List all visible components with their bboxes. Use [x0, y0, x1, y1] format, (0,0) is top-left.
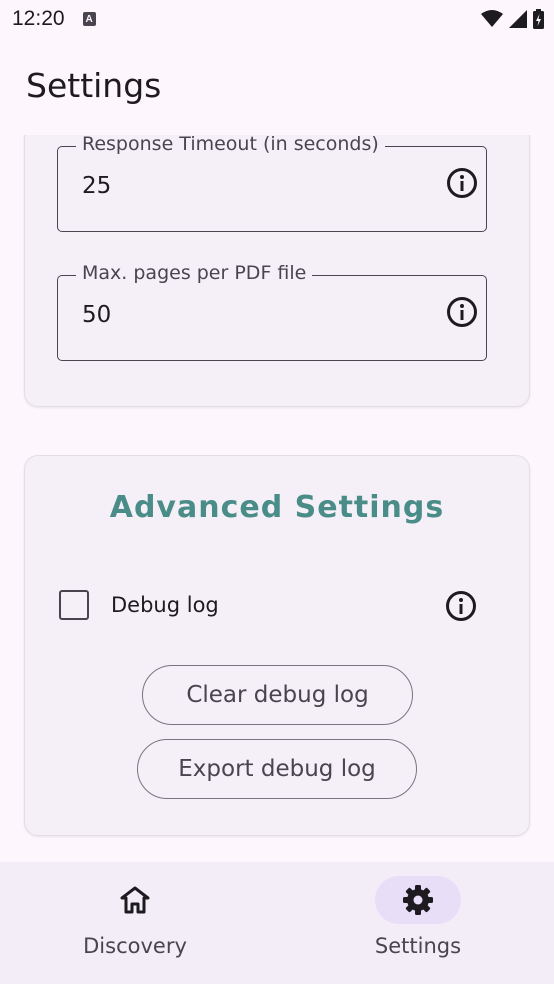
status-time: 12:20 — [12, 7, 65, 30]
max-pages-label: Max. pages per PDF file — [76, 262, 313, 284]
debug-log-label: Debug log — [111, 593, 219, 617]
nav-label-settings: Settings — [374, 934, 462, 958]
max-pages-field[interactable]: Max. pages per PDF file 50 — [57, 262, 487, 361]
notification-icon: A — [82, 12, 96, 26]
general-settings-card: Response Timeout (in seconds) 25 Max. pa… — [24, 135, 530, 407]
wifi-icon — [481, 10, 503, 27]
debug-log-checkbox[interactable] — [59, 590, 89, 620]
max-pages-value[interactable]: 50 — [82, 302, 111, 328]
battery-icon — [533, 9, 544, 29]
info-icon[interactable] — [446, 296, 478, 328]
response-timeout-field[interactable]: Response Timeout (in seconds) 25 — [57, 135, 487, 232]
nav-item-settings[interactable]: Settings — [338, 876, 498, 976]
nav-item-discovery[interactable]: Discovery — [55, 876, 215, 976]
gear-icon — [403, 885, 433, 915]
signal-icon — [509, 10, 527, 28]
advanced-settings-card: Advanced Settings Debug log Clear debug … — [24, 455, 530, 836]
advanced-settings-title: Advanced Settings — [109, 490, 445, 525]
bottom-navigation: Discovery Settings — [0, 862, 554, 984]
info-icon[interactable] — [446, 167, 478, 199]
home-icon — [120, 886, 150, 914]
status-left: 12:20 A — [12, 7, 96, 31]
status-icons — [481, 9, 544, 29]
export-debug-log-button[interactable]: Export debug log — [137, 739, 417, 799]
status-bar: 12:20 A — [0, 0, 554, 38]
clear-debug-log-button[interactable]: Clear debug log — [142, 665, 413, 725]
settings-scroll-area[interactable]: Response Timeout (in seconds) 25 Max. pa… — [0, 135, 554, 862]
nav-label-discovery: Discovery — [83, 934, 187, 958]
nav-indicator — [375, 876, 461, 924]
response-timeout-value[interactable]: 25 — [82, 173, 111, 199]
info-icon[interactable] — [445, 590, 477, 622]
nav-indicator — [92, 876, 178, 924]
response-timeout-label: Response Timeout (in seconds) — [76, 135, 385, 155]
page-title: Settings — [26, 66, 162, 105]
